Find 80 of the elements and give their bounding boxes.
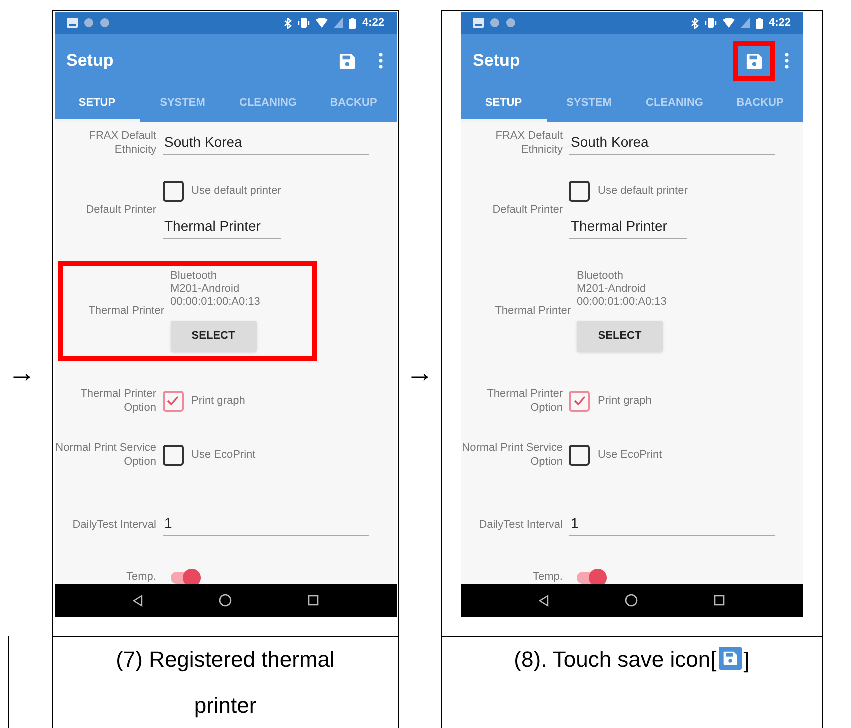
battery-icon bbox=[756, 18, 763, 28]
field-label: Thermal Printer bbox=[494, 304, 572, 318]
more-options-icon[interactable] bbox=[378, 53, 382, 69]
device-info: M201-Android bbox=[577, 283, 646, 296]
checkbox-label: Use default printer bbox=[192, 184, 282, 200]
caption-text: ] bbox=[744, 647, 750, 675]
field-label: DailyTest Interval bbox=[72, 518, 158, 532]
text-field[interactable]: Thermal Printer bbox=[162, 216, 280, 239]
checkbox[interactable] bbox=[569, 390, 590, 412]
field-label: Normal Print Service Option bbox=[461, 441, 564, 469]
notification-dot-icon bbox=[84, 18, 94, 28]
field-label: Thermal Printer Option bbox=[80, 387, 158, 415]
app-title: Setup bbox=[473, 50, 520, 72]
caption-text: (7) Registered thermal printer bbox=[115, 646, 336, 720]
text-field[interactable]: 1 bbox=[569, 513, 775, 536]
wifi-icon bbox=[316, 18, 328, 28]
device-info: 00:00:01:00:A0:13 bbox=[577, 296, 667, 309]
wifi-icon bbox=[722, 18, 735, 28]
caption-text: (8). Touch save icon[ bbox=[514, 646, 717, 674]
field-label: FRAX Default Ethnicity bbox=[494, 129, 564, 157]
app-title: Setup bbox=[66, 50, 114, 72]
field-label: FRAX Default Ethnicity bbox=[88, 129, 158, 157]
battery-icon bbox=[349, 18, 356, 28]
field-label: Thermal Printer bbox=[88, 304, 166, 318]
select-button[interactable]: SELECT bbox=[170, 321, 256, 352]
recents-icon[interactable] bbox=[308, 595, 318, 606]
field-label: Normal Print Service Option bbox=[54, 441, 158, 469]
checkbox-label: Print graph bbox=[192, 394, 246, 409]
field-label: Thermal Printer Option bbox=[486, 387, 564, 415]
toggle-switch[interactable] bbox=[170, 572, 200, 584]
field-label: Temp. bbox=[126, 570, 158, 584]
recents-icon[interactable] bbox=[714, 595, 725, 606]
checkmark-icon bbox=[572, 394, 586, 408]
select-button[interactable]: SELECT bbox=[577, 321, 663, 352]
more-options-icon[interactable] bbox=[785, 53, 789, 69]
text-field[interactable]: 1 bbox=[162, 513, 368, 536]
image-notification-icon bbox=[66, 18, 78, 28]
text-field[interactable]: Thermal Printer bbox=[569, 216, 687, 239]
arrow: → bbox=[8, 359, 36, 387]
vibrate-icon bbox=[298, 18, 310, 28]
vibrate-icon bbox=[704, 18, 717, 28]
checkbox-label: Use EcoPrint bbox=[598, 448, 662, 463]
field-label: Temp. bbox=[532, 570, 564, 584]
checkbox[interactable] bbox=[162, 444, 184, 466]
checkbox[interactable] bbox=[162, 390, 184, 412]
signal-icon bbox=[334, 18, 344, 28]
field-label: DailyTest Interval bbox=[478, 518, 564, 532]
save-icon[interactable] bbox=[339, 52, 356, 70]
home-icon[interactable] bbox=[625, 594, 638, 607]
bluetooth-icon bbox=[284, 18, 292, 28]
clock-time: 4:22 bbox=[768, 16, 791, 31]
checkbox[interactable] bbox=[569, 444, 590, 466]
signal-icon bbox=[740, 18, 750, 28]
device-info: Bluetooth bbox=[577, 270, 624, 283]
device-info: M201-Android bbox=[170, 283, 240, 296]
device-info: Bluetooth bbox=[170, 270, 217, 283]
back-icon[interactable] bbox=[132, 594, 142, 606]
bluetooth-icon bbox=[690, 18, 699, 28]
checkbox-label: Print graph bbox=[598, 394, 652, 409]
back-icon[interactable] bbox=[539, 594, 549, 606]
toggle-switch[interactable] bbox=[577, 572, 607, 584]
arrow: → bbox=[406, 359, 434, 390]
checkbox[interactable] bbox=[162, 181, 184, 202]
floppy-glyph-icon bbox=[722, 651, 738, 666]
notification-dot-icon bbox=[100, 18, 110, 28]
device-info: 00:00:01:00:A0:13 bbox=[170, 296, 260, 309]
notification-dot-icon bbox=[506, 18, 516, 28]
checkbox-label: Use default printer bbox=[598, 184, 688, 200]
field-label: Default Printer bbox=[85, 203, 158, 217]
clock-time: 4:22 bbox=[362, 16, 384, 31]
field-label: Default Printer bbox=[492, 203, 564, 217]
checkbox-label: Use EcoPrint bbox=[192, 448, 256, 463]
notification-dot-icon bbox=[490, 18, 500, 28]
text-field[interactable]: South Korea bbox=[162, 132, 368, 154]
checkbox[interactable] bbox=[569, 181, 590, 202]
text-field[interactable]: South Korea bbox=[569, 132, 775, 154]
checkmark-icon bbox=[166, 394, 180, 408]
image-notification-icon bbox=[473, 18, 484, 28]
home-icon[interactable] bbox=[218, 594, 232, 607]
save-icon[interactable] bbox=[746, 52, 762, 70]
